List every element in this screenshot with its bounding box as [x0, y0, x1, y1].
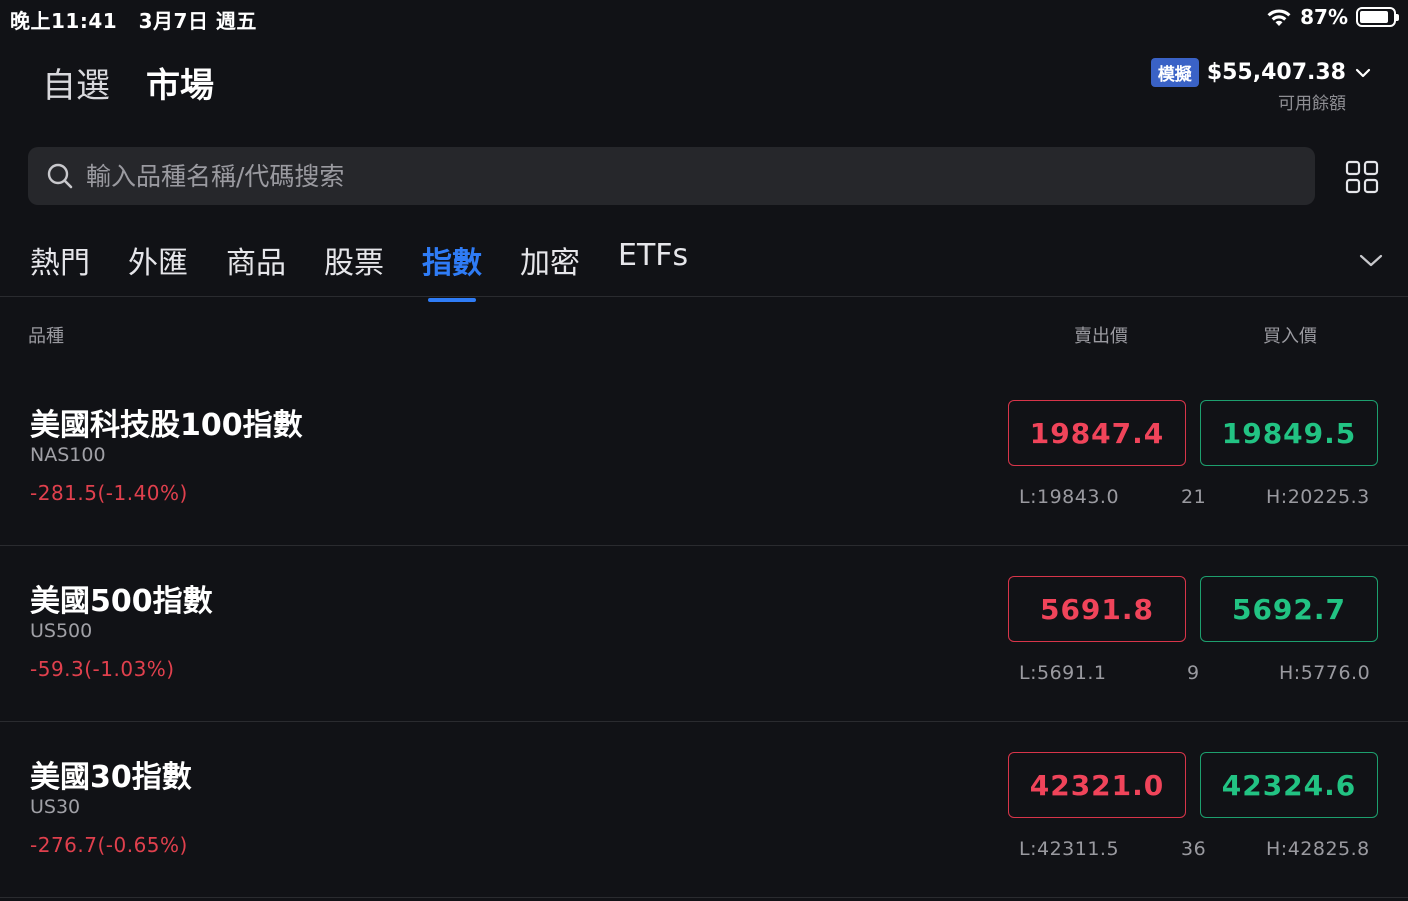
buy-price-button[interactable]: 19849.5 — [1200, 400, 1378, 466]
tab-indices[interactable]: 指數 — [422, 238, 482, 302]
instrument-code: US30 — [30, 796, 81, 818]
tab-commodities[interactable]: 商品 — [226, 238, 286, 302]
high-price: H:5776.0 — [1279, 662, 1371, 684]
spread: 36 — [1181, 838, 1207, 860]
column-header-sell: 賣出價 — [1074, 326, 1128, 347]
column-header-instrument: 品種 — [28, 326, 64, 347]
row-divider — [0, 897, 1408, 898]
chevron-down-icon[interactable] — [1354, 67, 1372, 79]
spread: 21 — [1181, 486, 1207, 508]
tab-stocks[interactable]: 股票 — [324, 238, 384, 302]
instrument-name: 美國500指數 — [30, 584, 213, 619]
low-price: L:19843.0 — [1019, 486, 1120, 508]
high-price: H:42825.8 — [1266, 838, 1370, 860]
buy-price-button[interactable]: 5692.7 — [1200, 576, 1378, 642]
tab-hot[interactable]: 熱門 — [30, 238, 90, 302]
list-item[interactable]: 美國30指數 US30 -276.7(-0.65%) 42321.0 42324… — [0, 726, 1408, 901]
category-tabs: 熱門 外匯 商品 股票 指數 加密 ETFs — [30, 238, 688, 302]
instrument-name: 美國科技股100指數 — [30, 408, 303, 443]
instrument-name: 美國30指數 — [30, 760, 192, 795]
tab-forex[interactable]: 外匯 — [128, 238, 188, 302]
grid-icon[interactable] — [1345, 160, 1379, 194]
status-bar-indicators: 87% — [1266, 5, 1399, 29]
sell-price-button[interactable]: 42321.0 — [1008, 752, 1186, 818]
instrument-change: -59.3(-1.03%) — [30, 657, 175, 681]
instrument-change: -276.7(-0.65%) — [30, 833, 188, 857]
list-item[interactable]: 美國500指數 US500 -59.3(-1.03%) 5691.8 5692.… — [0, 550, 1408, 725]
search-input[interactable] — [84, 160, 1188, 192]
sell-price-button[interactable]: 19847.4 — [1008, 400, 1186, 466]
tab-crypto[interactable]: 加密 — [520, 238, 580, 302]
account-balance[interactable]: 模擬 $55,407.38 可用餘額 — [1150, 58, 1372, 114]
row-divider — [0, 545, 1408, 546]
balance-value: $55,407.38 — [1206, 60, 1346, 85]
instrument-code: NAS100 — [30, 444, 106, 466]
battery-level — [1360, 11, 1388, 23]
tabs-divider — [0, 296, 1408, 297]
sell-price-button[interactable]: 5691.8 — [1008, 576, 1186, 642]
row-divider — [0, 721, 1408, 722]
nav-market[interactable]: 市場 — [146, 58, 214, 107]
low-price: L:5691.1 — [1019, 662, 1107, 684]
nav-watchlist[interactable]: 自選 — [42, 58, 110, 107]
expand-tabs-chevron-icon[interactable] — [1358, 250, 1384, 270]
wifi-icon — [1267, 9, 1291, 26]
column-header-buy: 買入價 — [1263, 326, 1317, 347]
low-price: L:42311.5 — [1019, 838, 1120, 860]
status-time: 晚上11:41 — [10, 9, 118, 33]
search-icon — [47, 163, 73, 189]
search-bar[interactable] — [28, 147, 1315, 205]
list-item[interactable]: 美國科技股100指數 NAS100 -281.5(-1.40%) 19847.4… — [0, 374, 1408, 549]
status-bar-datetime: 晚上11:41 3月7日 週五 — [10, 5, 257, 34]
balance-caption: 可用餘額 — [1278, 94, 1346, 114]
spread: 9 — [1187, 662, 1200, 684]
top-nav: 自選 市場 — [42, 58, 214, 107]
status-date: 3月7日 週五 — [138, 9, 257, 33]
buy-price-button[interactable]: 42324.6 — [1200, 752, 1378, 818]
battery-percentage: 87% — [1300, 5, 1348, 29]
tab-etfs[interactable]: ETFs — [618, 238, 688, 302]
instrument-code: US500 — [30, 620, 93, 642]
instrument-change: -281.5(-1.40%) — [30, 481, 188, 505]
high-price: H:20225.3 — [1266, 486, 1370, 508]
demo-badge: 模擬 — [1150, 58, 1199, 87]
battery-icon — [1356, 7, 1399, 27]
